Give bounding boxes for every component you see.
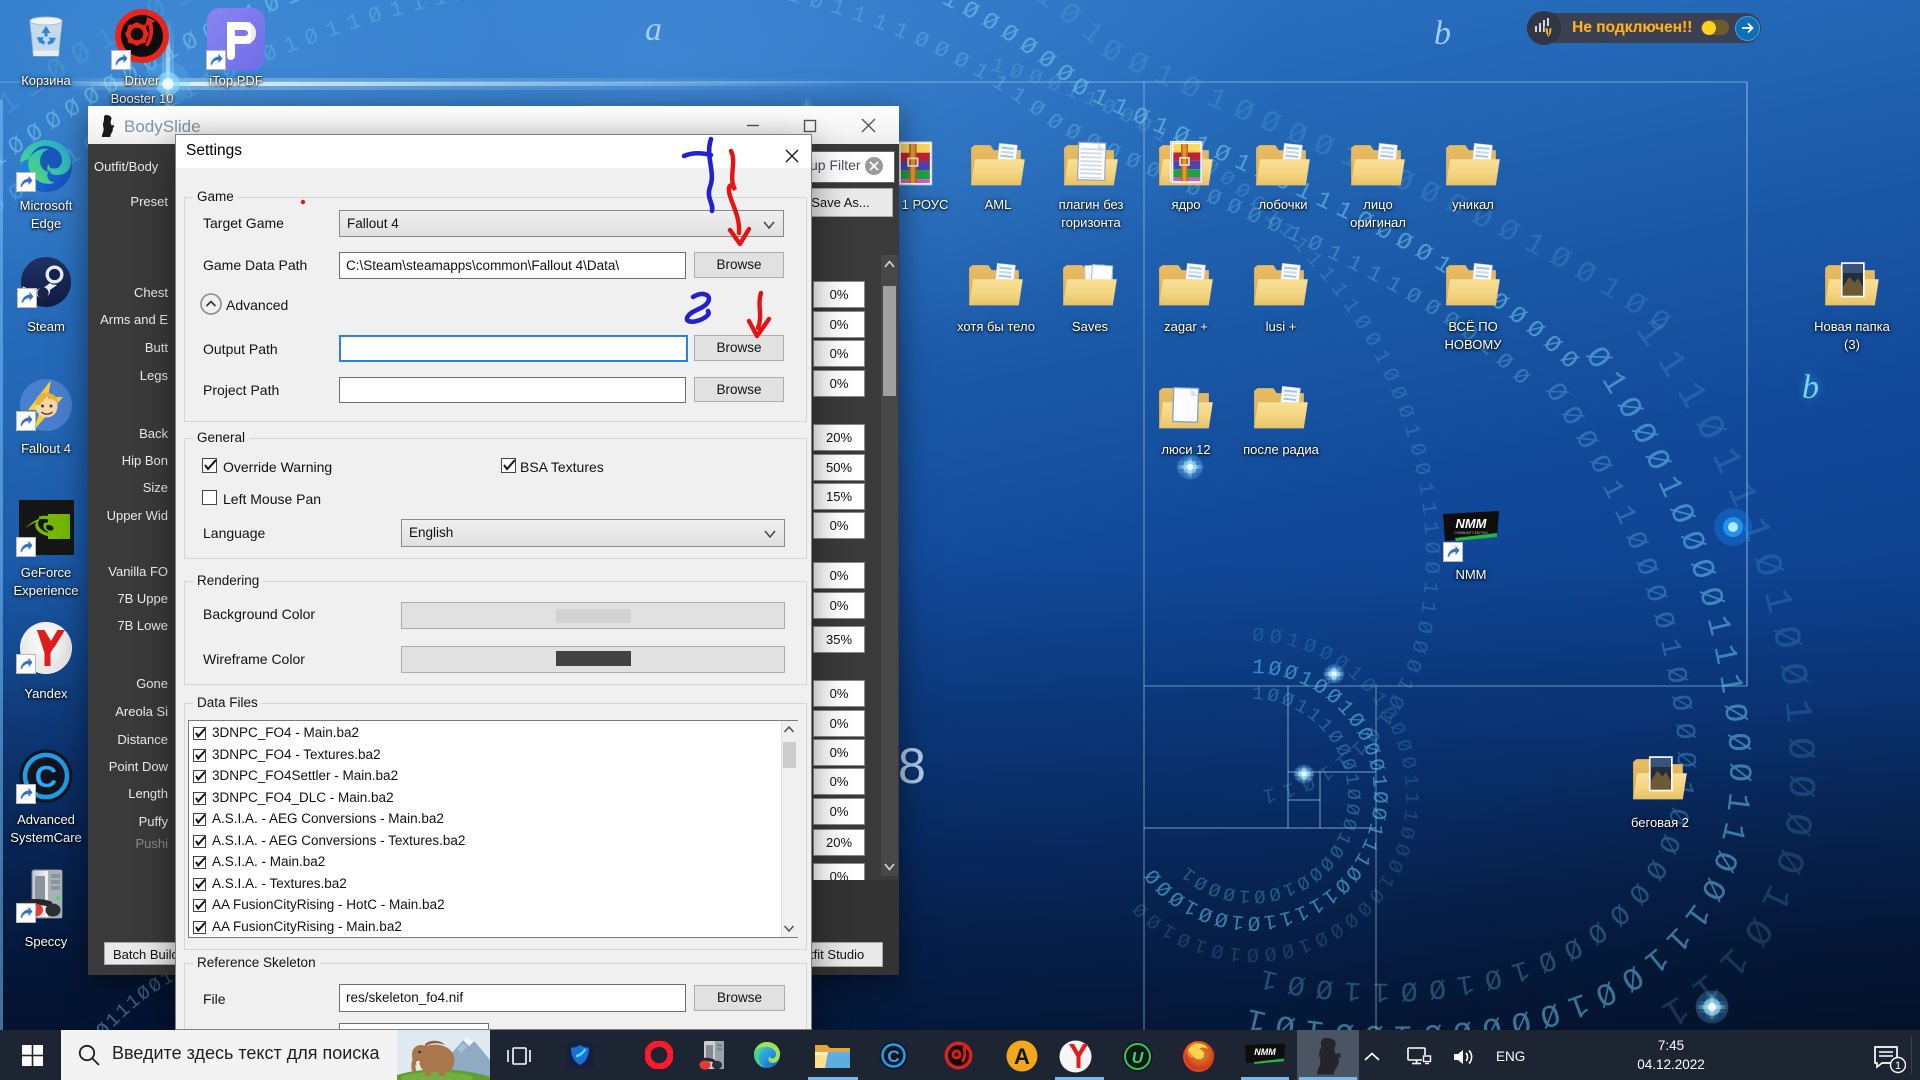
- svg-text:U: U: [1132, 1050, 1144, 1067]
- svg-text:1: 1: [1895, 1060, 1901, 1072]
- svg-text:C: C: [887, 1047, 899, 1066]
- svg-text:!: !: [1547, 27, 1550, 37]
- svg-text:A: A: [1014, 1044, 1030, 1069]
- svg-text:NMM: NMM: [1254, 1047, 1276, 1057]
